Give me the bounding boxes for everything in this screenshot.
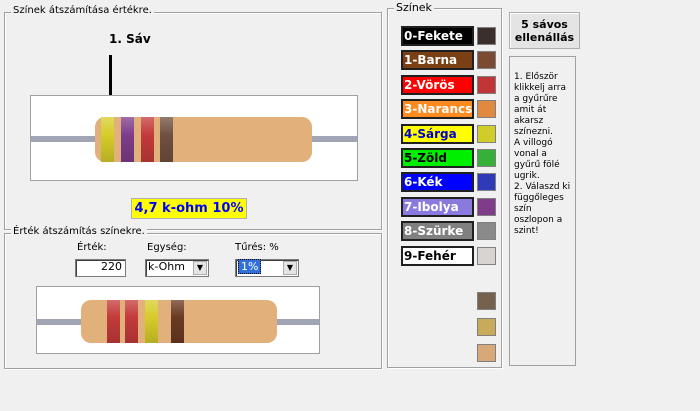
color-swatch-2[interactable]: [477, 75, 496, 94]
chevron-down-icon[interactable]: ▼: [193, 261, 207, 275]
value-input-text: 220: [101, 260, 122, 273]
bottom-band-1: [107, 300, 120, 343]
extra-swatch-2[interactable]: [477, 318, 496, 336]
bottom-resistor-panel: [36, 286, 320, 354]
decode-group-title: Színek átszámítása értékre.: [11, 5, 154, 16]
color-label-9[interactable]: 9-Fehér: [401, 245, 474, 266]
colors-group-title: Színek: [394, 1, 434, 14]
color-label-8[interactable]: 8-Szürke: [401, 221, 474, 242]
bottom-band-3: [145, 300, 158, 343]
color-swatch-4[interactable]: [477, 124, 496, 143]
tolerance-select-value: 1%: [238, 259, 262, 274]
help-text: 1. Először klikkelj arra a gyűrűre amit …: [514, 72, 571, 236]
result-value: 4,7 k-ohm 10%: [134, 201, 244, 216]
color-swatch-6[interactable]: [477, 173, 496, 192]
band-marker-label: 1. Sáv: [109, 32, 151, 46]
unit-label: Egység:: [147, 242, 187, 253]
color-label-5[interactable]: 5-Zöld: [401, 148, 474, 168]
top-band-2[interactable]: [121, 117, 134, 162]
color-swatch-1[interactable]: [477, 51, 496, 70]
color-label-2[interactable]: 2-Vörös: [401, 74, 474, 95]
decode-group: Színek átszámítása értékre. 1. Sáv 4,7 k…: [4, 5, 382, 230]
color-label-3[interactable]: 3-Narancs: [401, 99, 474, 120]
color-label-0[interactable]: 0-Fekete: [401, 26, 474, 46]
encode-group-title: Érték átszámítás színekre.: [11, 226, 147, 237]
bottom-band-2: [125, 300, 138, 343]
five-band-button-label: 5 sávos ellenállás: [514, 17, 575, 44]
colors-group: Színek 0-Fekete 1-Barna 2-Vörös 3-Narancs 4-…: [387, 1, 502, 368]
top-resistor-panel: [30, 95, 358, 181]
result-box: 4,7 k-ohm 10%: [131, 198, 247, 219]
color-swatch-8[interactable]: [477, 222, 496, 241]
color-label-7[interactable]: 7-Ibolya: [401, 196, 474, 217]
bottom-band-4: [171, 300, 184, 343]
tolerance-label: Tűrés: %: [235, 242, 279, 253]
value-input[interactable]: 220: [75, 259, 126, 277]
unit-select[interactable]: k-Ohm ▼: [145, 259, 209, 277]
extra-swatch-1[interactable]: [477, 292, 496, 310]
color-label-1[interactable]: 1-Barna: [401, 50, 474, 71]
color-swatch-7[interactable]: [477, 197, 496, 216]
color-label-6[interactable]: 6-Kék: [401, 172, 474, 193]
chevron-down-icon[interactable]: ▼: [283, 261, 297, 275]
encode-group: Érték átszámítás színekre. Érték: Egység…: [4, 226, 382, 369]
help-panel: 1. Először klikkelj arra a gyűrűre amit …: [509, 56, 576, 366]
top-band-1[interactable]: [101, 117, 114, 162]
color-swatch-9[interactable]: [477, 246, 496, 265]
extra-swatch-3[interactable]: [477, 344, 496, 362]
color-swatch-0[interactable]: [477, 27, 496, 45]
top-band-3[interactable]: [141, 117, 154, 162]
color-swatch-3[interactable]: [477, 100, 496, 119]
color-swatch-5[interactable]: [477, 149, 496, 167]
top-band-4[interactable]: [160, 117, 173, 162]
value-label: Érték:: [77, 242, 107, 253]
unit-select-value: k-Ohm: [148, 260, 185, 273]
five-band-button[interactable]: 5 sávos ellenállás: [509, 12, 580, 49]
color-label-4[interactable]: 4-Sárga: [401, 123, 474, 144]
tolerance-select[interactable]: 1% ▼: [235, 259, 299, 277]
